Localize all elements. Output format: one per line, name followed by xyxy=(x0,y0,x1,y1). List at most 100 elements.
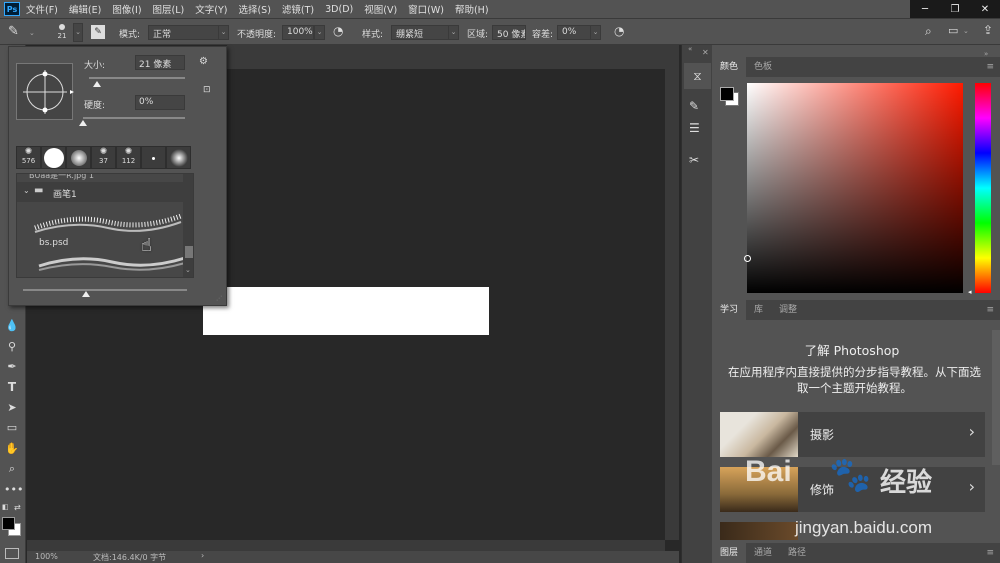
brush-item[interactable] xyxy=(37,252,187,274)
menu-filter[interactable]: 滤镜(T) xyxy=(282,2,314,16)
hardness-slider-knob[interactable] xyxy=(79,120,87,126)
document-canvas[interactable] xyxy=(203,287,489,335)
list-item[interactable]: BUaa是一R.jpg 1 xyxy=(29,174,94,181)
quick-mask-icon[interactable] xyxy=(5,548,19,559)
tab-paths[interactable]: 路径 xyxy=(780,543,814,563)
brush-list-scrollbar[interactable]: ⌄ xyxy=(183,174,193,277)
tab-swatches[interactable]: 色板 xyxy=(746,57,780,77)
tab-adjustments[interactable]: 调整 xyxy=(771,300,805,320)
size-input[interactable]: 21 像素 xyxy=(135,55,185,70)
properties-icon[interactable]: ☰ xyxy=(689,121,700,135)
area-input[interactable]: 50 像素 xyxy=(492,25,526,40)
size-slider-knob[interactable] xyxy=(92,81,101,87)
vertical-scrollbar[interactable] xyxy=(665,69,679,540)
menu-edit[interactable]: 编辑(E) xyxy=(69,2,101,16)
size-slider-track[interactable] xyxy=(89,77,185,79)
menu-view[interactable]: 视图(V) xyxy=(364,2,397,16)
brush-preset-2[interactable] xyxy=(41,146,66,169)
preview-size-slider-knob[interactable] xyxy=(82,291,90,297)
pen-tool-icon[interactable]: ✒ xyxy=(4,359,20,375)
brush-settings-toggle-icon[interactable]: ✎ xyxy=(91,25,105,39)
menu-window[interactable]: 窗口(W) xyxy=(408,2,444,16)
tools-icon[interactable]: ✂ xyxy=(689,153,699,167)
path-selection-tool-icon[interactable]: ➤ xyxy=(4,400,20,416)
restore-button[interactable]: ❐ xyxy=(940,0,970,18)
brush-item-selected[interactable]: bs.psd xyxy=(17,202,193,252)
brush-folder-row[interactable]: ⌄ ▬ 画笔1 xyxy=(17,182,193,202)
menu-3d[interactable]: 3D(D) xyxy=(325,4,353,15)
brush-settings-icon[interactable]: ✎ xyxy=(689,99,699,113)
menu-type[interactable]: 文字(Y) xyxy=(195,2,227,16)
share-icon[interactable]: ⇪ xyxy=(983,23,993,37)
brush-preset-3[interactable] xyxy=(66,146,91,169)
hue-slider[interactable] xyxy=(975,83,991,293)
brush-picker-dropdown[interactable]: ⌄ xyxy=(73,23,83,42)
panel-menu-icon[interactable]: ≡ xyxy=(986,305,994,315)
panel-menu-icon[interactable]: ≡ xyxy=(986,548,994,558)
scroll-down-icon[interactable]: ⌄ xyxy=(185,266,191,274)
new-preset-icon[interactable]: ⊡ xyxy=(203,85,211,95)
brush-list[interactable]: BUaa是一R.jpg 1 ⌄ ▬ 画笔1 bs.psd ⌄ xyxy=(16,173,194,278)
status-menu-arrow-icon[interactable]: › xyxy=(201,551,204,560)
close-button[interactable]: ✕ xyxy=(970,0,1000,18)
tab-libraries[interactable]: 库 xyxy=(746,300,771,320)
brush-preset-6[interactable] xyxy=(141,146,166,169)
minimize-button[interactable]: ─ xyxy=(910,0,940,18)
brush-preset-4[interactable]: ✺ 37 xyxy=(91,146,116,169)
style-dropdown-icon[interactable]: ⌄ xyxy=(448,25,459,40)
search-icon[interactable]: ⌕ xyxy=(925,24,932,39)
preview-size-slider-track[interactable] xyxy=(23,289,187,291)
tab-channels[interactable]: 通道 xyxy=(746,543,780,563)
brush-preset-5[interactable]: ✺ 112 xyxy=(116,146,141,169)
brush-angle-preview[interactable] xyxy=(16,63,74,120)
folder-expand-chevron-icon[interactable]: ⌄ xyxy=(23,186,30,195)
brush-preset-picker[interactable]: 21 xyxy=(52,22,72,44)
color-picker-cursor[interactable] xyxy=(744,255,751,262)
history-panel-button[interactable]: ⧖ xyxy=(684,63,711,89)
more-tools-icon[interactable]: ••• xyxy=(4,482,23,498)
tool-preset-chevron-icon[interactable]: ⌄ xyxy=(29,29,35,37)
dodge-tool-icon[interactable]: ⚲ xyxy=(4,339,20,355)
menu-layer[interactable]: 图层(L) xyxy=(153,2,185,16)
blur-tool-icon[interactable]: 💧 xyxy=(4,318,20,334)
brush-preset-1[interactable]: ✺ 576 xyxy=(16,146,41,169)
close-dock-icon[interactable]: ✕ xyxy=(702,48,709,57)
resize-grip-icon[interactable]: ⋰ xyxy=(216,295,222,302)
panel-menu-icon[interactable]: ≡ xyxy=(986,62,994,72)
hue-slider-marker-icon[interactable]: ◂ xyxy=(968,288,972,296)
hardness-slider-track[interactable] xyxy=(83,117,185,119)
zoom-level[interactable]: 100% xyxy=(35,552,58,561)
pressure-opacity-icon[interactable]: ◔ xyxy=(333,24,343,38)
style-select[interactable]: 绷紧短 xyxy=(391,25,449,40)
scrollbar-thumb[interactable] xyxy=(185,246,193,258)
horizontal-scrollbar[interactable] xyxy=(27,540,665,551)
mode-select[interactable]: 正常 xyxy=(148,25,219,40)
hardness-input[interactable]: 0% xyxy=(135,95,185,110)
pressure-size-icon[interactable]: ◔ xyxy=(614,24,624,38)
art-history-brush-icon[interactable]: ✎ xyxy=(8,24,26,42)
foreground-color-swatch[interactable] xyxy=(2,517,15,530)
learn-panel-scrollbar[interactable] xyxy=(992,330,1000,465)
tolerance-input[interactable]: 0% xyxy=(557,25,591,40)
tab-layers[interactable]: 图层 xyxy=(712,543,747,563)
brush-preset-7[interactable] xyxy=(166,146,191,169)
opacity-dropdown-icon[interactable]: ⌄ xyxy=(314,25,325,40)
mode-dropdown-icon[interactable]: ⌄ xyxy=(218,25,229,40)
workspace-chevron-icon[interactable]: ⌄ xyxy=(963,27,969,35)
color-field[interactable] xyxy=(747,83,963,293)
menu-image[interactable]: 图像(I) xyxy=(112,2,141,16)
zoom-tool-icon[interactable]: ⌕ xyxy=(4,461,20,477)
menu-help[interactable]: 帮助(H) xyxy=(455,2,489,16)
default-colors-icon[interactable]: ◧ xyxy=(2,503,9,511)
foreground-color-swatch[interactable] xyxy=(720,87,734,101)
swap-colors-icon[interactable]: ⇄ xyxy=(14,503,21,512)
type-tool-icon[interactable]: T xyxy=(4,379,20,395)
tab-learn[interactable]: 学习 xyxy=(712,300,747,320)
workspace-icon[interactable]: ▭ xyxy=(948,24,958,37)
rectangle-tool-icon[interactable]: ▭ xyxy=(4,420,20,436)
menu-select[interactable]: 选择(S) xyxy=(238,2,270,16)
gear-icon[interactable]: ⚙ xyxy=(199,56,208,67)
collapse-dock-icon[interactable]: « xyxy=(688,45,692,53)
tab-color[interactable]: 颜色 xyxy=(712,57,747,77)
tolerance-dropdown-icon[interactable]: ⌄ xyxy=(590,25,601,40)
